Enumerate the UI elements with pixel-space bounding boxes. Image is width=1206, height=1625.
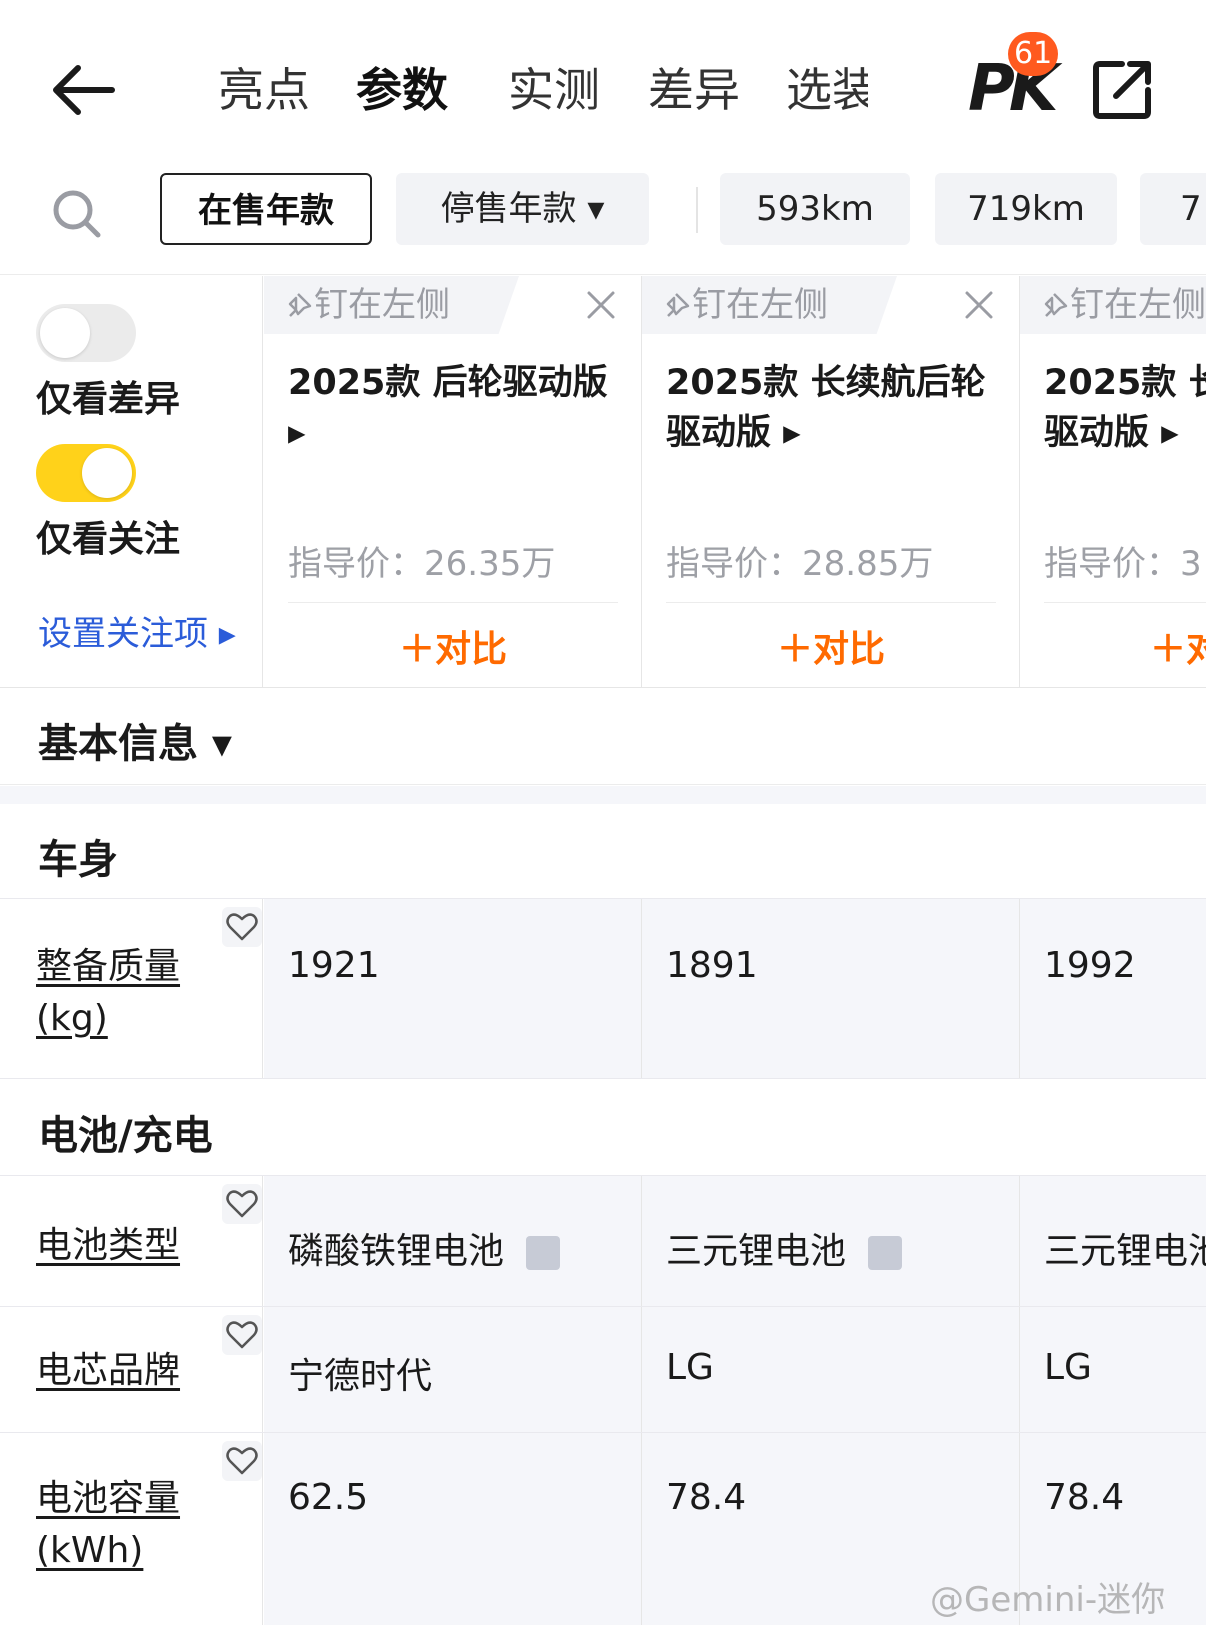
- car-guide-price: 指导价：26.35万: [288, 544, 556, 584]
- table-cell: 1891: [642, 899, 1020, 1078]
- cell-value: 78.4: [666, 1477, 747, 1518]
- pin-icon: [1044, 293, 1068, 317]
- search-icon[interactable]: [50, 187, 104, 241]
- back-arrow-icon[interactable]: [48, 60, 118, 120]
- heart-icon[interactable]: [222, 1315, 262, 1355]
- watermark: @Gemini-迷你: [930, 1580, 1166, 1620]
- tab-params[interactable]: 参数: [356, 55, 448, 125]
- section-title: 电池/充电: [38, 1113, 213, 1159]
- cell-value: 1992: [1044, 945, 1136, 986]
- heart-icon[interactable]: [222, 1441, 262, 1481]
- table-cell: 宁德时代: [264, 1307, 642, 1432]
- chip-range-more[interactable]: 7: [1140, 173, 1206, 245]
- section-title: 车身: [38, 837, 118, 883]
- table-cell: 三元锂电池: [1020, 1176, 1206, 1306]
- chip-on-sale-years[interactable]: 在售年款: [160, 173, 372, 245]
- row-label-cell: 电芯品牌: [0, 1307, 263, 1432]
- section-basic-info[interactable]: 基本信息 ▾: [0, 689, 1206, 785]
- filter-divider: [696, 187, 698, 233]
- cell-value: 62.5: [288, 1477, 369, 1518]
- table-cell: 1992: [1020, 899, 1206, 1078]
- car-guide-price: 指导价：3: [1044, 544, 1202, 584]
- cell-value: 三元锂电池: [666, 1222, 903, 1274]
- pin-label: 钉在左侧: [1070, 285, 1206, 325]
- divider: [288, 602, 618, 603]
- heart-icon[interactable]: [222, 1184, 262, 1224]
- set-followed-items-link[interactable]: 设置关注项 ▸: [38, 606, 236, 655]
- filter-bar: 在售年款 停售年款 ▾ 593km 719km 7: [0, 165, 1206, 275]
- table-row: 电池类型 磷酸铁锂电池 三元锂电池 三元锂电池: [0, 1175, 1206, 1306]
- toggle-only-followed[interactable]: [36, 444, 136, 502]
- magnify-icon[interactable]: [526, 1236, 561, 1270]
- heart-icon[interactable]: [222, 907, 262, 947]
- car-guide-price: 指导价：28.85万: [666, 544, 934, 584]
- cell-text: 磷酸铁锂电池: [288, 1231, 505, 1272]
- cell-value: 三元锂电池: [1044, 1231, 1206, 1272]
- cell-value: LG: [666, 1347, 714, 1388]
- table-cell: 1921: [264, 899, 642, 1078]
- add-compare-button[interactable]: ＋对: [1150, 620, 1206, 672]
- car-model-name[interactable]: 2025款 长续航后轮驱动版 ▸: [1044, 358, 1206, 458]
- tab-highlights[interactable]: 亮点: [218, 55, 310, 125]
- pin-left-button[interactable]: 钉在左侧: [642, 276, 897, 334]
- section-body: 车身: [0, 805, 1206, 898]
- row-label-cell: 电池类型: [0, 1176, 263, 1306]
- car-column: 钉在左侧 2025款 长续航后轮驱动版 ▸ 指导价：3 ＋对: [1020, 276, 1206, 687]
- collapsed-rows-strip: [0, 786, 1206, 804]
- table-cell: 磷酸铁锂电池: [264, 1176, 642, 1306]
- row-label-battery-type[interactable]: 电池类型: [36, 1220, 180, 1272]
- car-model-name[interactable]: 2025款 后轮驱动版 ▸: [288, 358, 618, 458]
- close-icon[interactable]: [584, 288, 618, 322]
- tab-tests[interactable]: 实测: [508, 55, 600, 125]
- chip-range-719[interactable]: 719km: [935, 173, 1117, 245]
- car-column: 钉在左侧 2025款 后轮驱动版 ▸ 指导价：26.35万 ＋对比: [264, 276, 642, 687]
- pin-label: 钉在左侧: [692, 285, 828, 325]
- table-cell: 62.5: [264, 1433, 642, 1625]
- add-compare-button[interactable]: ＋对比: [264, 620, 642, 672]
- table-cell: LG: [642, 1307, 1020, 1432]
- row-label-cell-brand[interactable]: 电芯品牌: [36, 1345, 180, 1397]
- table-cell: LG: [1020, 1307, 1206, 1432]
- table-row: 电芯品牌 宁德时代 LG LG: [0, 1306, 1206, 1432]
- toggle-only-differences-label: 仅看差异: [36, 379, 181, 420]
- chip-range-593[interactable]: 593km: [720, 173, 910, 245]
- cell-value: 1921: [288, 945, 380, 986]
- toggle-only-differences[interactable]: [36, 304, 136, 362]
- tab-options[interactable]: 选装: [786, 55, 868, 125]
- pk-count-badge: 61: [1008, 32, 1059, 76]
- table-cell: 三元锂电池: [642, 1176, 1020, 1306]
- pin-icon: [288, 293, 312, 317]
- share-icon[interactable]: [1092, 58, 1154, 120]
- divider: [1044, 602, 1206, 603]
- cell-value: 1891: [666, 945, 758, 986]
- pin-icon: [666, 293, 690, 317]
- options-column: 仅看差异 仅看关注 设置关注项 ▸: [0, 276, 263, 687]
- row-label-battery-capacity[interactable]: 电池容量(kWh): [36, 1473, 206, 1577]
- row-label-cell: 电池容量(kWh): [0, 1433, 263, 1625]
- row-label-curb-weight[interactable]: 整备质量(kg): [36, 941, 206, 1045]
- chip-discontinued-years[interactable]: 停售年款 ▾: [396, 173, 649, 245]
- pin-left-button[interactable]: 钉在左侧: [1020, 276, 1206, 334]
- cell-value: LG: [1044, 1347, 1092, 1388]
- pin-label: 钉在左侧: [314, 285, 450, 325]
- car-model-name[interactable]: 2025款 长续航后轮驱动版 ▸: [666, 358, 996, 458]
- table-row: 整备质量(kg) 1921 1891 1992: [0, 898, 1206, 1078]
- cell-value: 宁德时代: [288, 1356, 433, 1397]
- close-icon[interactable]: [962, 288, 996, 322]
- cell-text: 三元锂电池: [666, 1231, 847, 1272]
- add-compare-button[interactable]: ＋对比: [642, 620, 1020, 672]
- tab-differences[interactable]: 差异: [648, 55, 740, 125]
- pin-left-button[interactable]: 钉在左侧: [264, 276, 519, 334]
- comparison-header: 仅看差异 仅看关注 设置关注项 ▸ 钉在左侧 2025款 后轮驱动版 ▸ 指导价…: [0, 276, 1206, 688]
- car-column: 钉在左侧 2025款 长续航后轮驱动版 ▸ 指导价：28.85万 ＋对比: [642, 276, 1020, 687]
- cell-value: 78.4: [1044, 1477, 1125, 1518]
- magnify-icon[interactable]: [868, 1236, 903, 1270]
- cell-value: 磷酸铁锂电池: [288, 1222, 561, 1274]
- top-nav: 亮点 参数 实测 差异 选装 PK 61: [0, 0, 1206, 165]
- toggle-only-followed-label: 仅看关注: [36, 519, 181, 560]
- section-title: 基本信息 ▾: [38, 721, 233, 767]
- section-battery: 电池/充电: [0, 1078, 1206, 1175]
- divider: [666, 602, 996, 603]
- row-label-cell: 整备质量(kg): [0, 899, 263, 1078]
